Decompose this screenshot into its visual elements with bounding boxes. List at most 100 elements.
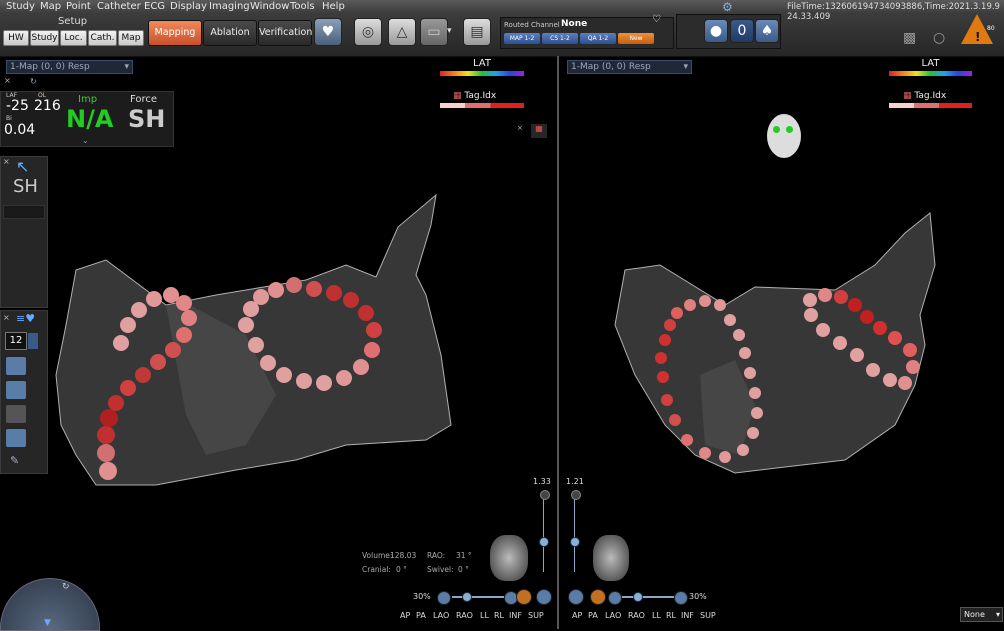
list-icon[interactable]: [6, 357, 26, 375]
left-view-ll[interactable]: LL: [480, 611, 489, 620]
list-heart-icon[interactable]: ≡♥: [16, 312, 35, 325]
view-icon[interactable]: △: [388, 18, 416, 46]
right-view-ap[interactable]: AP: [572, 611, 582, 620]
right-zoom-knob[interactable]: [570, 537, 580, 547]
menu-imaging[interactable]: Imaging: [209, 1, 250, 12]
menu-study[interactable]: Study: [6, 1, 35, 12]
menu-catheter[interactable]: Catheter: [97, 1, 141, 12]
left-sphere-icon[interactable]: [516, 589, 532, 605]
right-view-sup[interactable]: SUP: [700, 611, 716, 620]
menu-ecg[interactable]: ECG: [144, 1, 165, 12]
heart-icon[interactable]: ♡: [652, 14, 661, 25]
screen-icon[interactable]: ▭: [420, 18, 448, 46]
setup-study-button[interactable]: Study: [30, 30, 59, 46]
right-view-rao[interactable]: RAO: [628, 611, 645, 620]
grid-icon[interactable]: ▦: [531, 124, 547, 138]
left-view-inf[interactable]: INF: [509, 611, 522, 620]
gear-icon[interactable]: ⚙: [722, 0, 733, 14]
menu-window[interactable]: Window: [250, 1, 289, 12]
right-opacity-minus[interactable]: [608, 591, 622, 605]
heart-tool-icon[interactable]: [6, 429, 26, 447]
right-map-select[interactable]: 1-Map (0, 0) Resp ▾: [567, 60, 692, 74]
rao-label: RAO:: [427, 551, 446, 560]
paint-icon[interactable]: ✎: [10, 454, 19, 467]
close-icon[interactable]: ×: [4, 76, 11, 85]
setup-cath-button[interactable]: Cath.: [88, 30, 117, 46]
menu-tools[interactable]: Tools: [290, 1, 315, 12]
left-tag-colorbar: [440, 103, 524, 108]
channel-qa-button[interactable]: QA 1-2: [580, 33, 616, 44]
left-anatomy-map[interactable]: [46, 185, 466, 495]
refresh-icon[interactable]: ↻: [30, 77, 37, 86]
catheter-tool-icon[interactable]: [6, 381, 26, 399]
close-icon[interactable]: ×: [3, 157, 10, 166]
counter-button[interactable]: 0: [730, 19, 754, 43]
right-view-inf[interactable]: INF: [681, 611, 694, 620]
right-view-lao[interactable]: LAO: [605, 611, 621, 620]
face-eye-left: [773, 126, 780, 133]
compass-icon[interactable]: ◎: [354, 18, 382, 46]
left-view-ap[interactable]: AP: [400, 611, 410, 620]
menu-help[interactable]: Help: [322, 1, 345, 12]
ablation-mode-button[interactable]: Ablation: [203, 20, 257, 46]
catheter-icon[interactable]: ●: [704, 19, 728, 43]
channel-map-button[interactable]: MAP 1-2: [504, 33, 540, 44]
right-sphere-icon[interactable]: [590, 589, 606, 605]
right-none-select[interactable]: None ▾: [960, 607, 1003, 622]
face-orientation-icon[interactable]: [767, 114, 801, 158]
menu-point[interactable]: Point: [66, 1, 91, 12]
right-map-select-label: 1-Map (0, 0) Resp: [571, 62, 651, 72]
left-lat-colorbar: [440, 71, 524, 76]
right-opacity-knob[interactable]: [633, 592, 643, 602]
zoom-plus-icon[interactable]: [571, 490, 581, 500]
stepper-icon[interactable]: [28, 333, 38, 349]
navigation-down-icon[interactable]: ▼: [44, 618, 51, 628]
setup-hw-button[interactable]: HW: [3, 30, 29, 46]
heart-plus-icon[interactable]: ♥: [314, 18, 342, 46]
left-opacity-knob[interactable]: [462, 592, 472, 602]
left-zoom-knob[interactable]: [539, 537, 549, 547]
zoom-plus-icon[interactable]: [540, 490, 550, 500]
navigation-rotate-icon[interactable]: ↻: [62, 582, 70, 592]
menu-display[interactable]: Display: [170, 1, 207, 12]
channel-cs-button[interactable]: CS 1-2: [542, 33, 578, 44]
side-number-field[interactable]: 12: [5, 332, 27, 350]
right-view-rl[interactable]: RL: [666, 611, 676, 620]
channel-new-button[interactable]: New: [618, 33, 654, 44]
right-anatomy-map[interactable]: [605, 205, 950, 480]
right-view-pa[interactable]: PA: [588, 611, 598, 620]
left-view-rao[interactable]: RAO: [456, 611, 473, 620]
mapping-mode-button[interactable]: Mapping: [148, 20, 202, 46]
setup-map-button[interactable]: Map: [118, 30, 144, 46]
left-view-sup[interactable]: SUP: [528, 611, 544, 620]
left-view-rl[interactable]: RL: [494, 611, 504, 620]
heart-orientation-icon[interactable]: [490, 535, 528, 581]
routed-channel-value[interactable]: None: [561, 19, 587, 29]
verification-mode-button[interactable]: Verification: [258, 20, 312, 46]
heart-orientation-icon[interactable]: [593, 535, 629, 581]
setup-loc-button[interactable]: Loc.: [60, 30, 87, 46]
arrow-icon[interactable]: ↖: [16, 157, 29, 176]
left-reset-icon[interactable]: [536, 589, 552, 605]
left-opacity-minus[interactable]: [437, 591, 451, 605]
disabled-tool-icon[interactable]: [6, 405, 26, 423]
side-sh-value: SH: [13, 176, 38, 197]
left-opacity-track[interactable]: [452, 596, 504, 598]
left-map-select[interactable]: 1-Map (0, 0) Resp ▾: [6, 60, 133, 74]
right-opacity-plus[interactable]: [674, 591, 688, 605]
close-icon[interactable]: ×: [517, 124, 523, 132]
chevron-down-icon[interactable]: ▾: [447, 26, 452, 36]
left-view-pa[interactable]: PA: [416, 611, 426, 620]
close-icon[interactable]: ×: [3, 313, 10, 322]
right-zoom-track[interactable]: [574, 492, 575, 572]
right-opacity-track[interactable]: [622, 596, 674, 598]
right-view-ll[interactable]: LL: [652, 611, 661, 620]
menu-map[interactable]: Map: [40, 1, 61, 12]
left-view-lao[interactable]: LAO: [433, 611, 449, 620]
left-zoom-track[interactable]: [543, 492, 544, 572]
lungs-icon[interactable]: ♠: [755, 19, 779, 43]
monitor-icon[interactable]: ▤: [463, 18, 491, 46]
bi-value: 0.04: [4, 122, 36, 138]
right-reset-icon[interactable]: [568, 589, 584, 605]
chevron-down-icon[interactable]: ⌄: [82, 136, 89, 145]
